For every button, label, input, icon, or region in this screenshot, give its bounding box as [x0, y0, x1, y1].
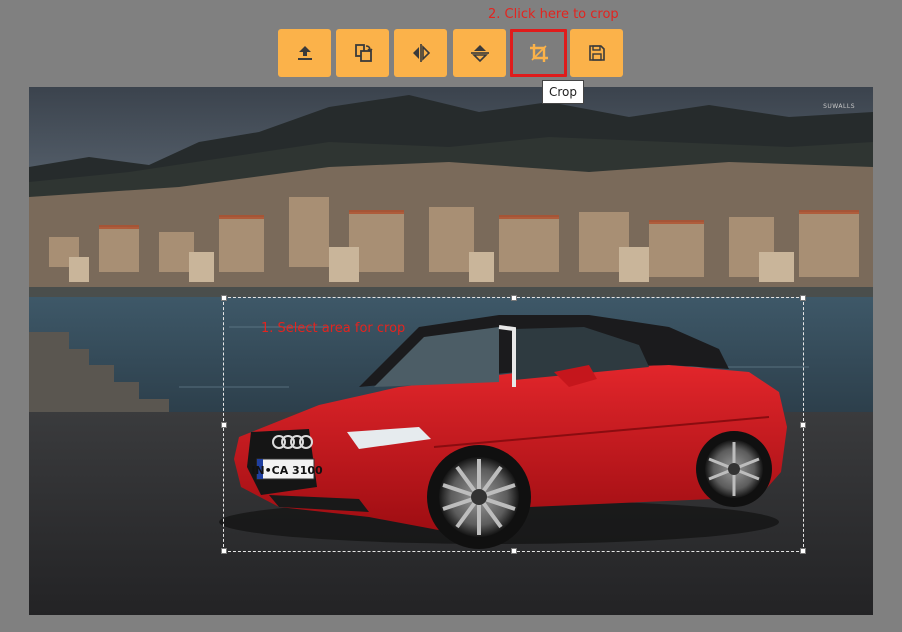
save-button[interactable]	[570, 29, 623, 77]
crop-instruction-annotation: 2. Click here to crop	[488, 7, 619, 22]
flip-horizontal-button[interactable]	[394, 29, 447, 77]
crop-handle-n[interactable]	[511, 295, 517, 301]
rotate-icon	[354, 44, 373, 62]
flip-horizontal-icon	[412, 44, 430, 62]
crop-handle-sw[interactable]	[221, 548, 227, 554]
crop-handle-ne[interactable]	[800, 295, 806, 301]
crop-button[interactable]	[510, 29, 567, 77]
crop-handle-se[interactable]	[800, 548, 806, 554]
crop-handle-nw[interactable]	[221, 295, 227, 301]
save-icon	[588, 45, 605, 61]
upload-icon	[297, 46, 312, 60]
watermark: SUWALLS	[823, 103, 855, 110]
crop-icon	[529, 44, 548, 62]
select-area-annotation: 1. Select area for crop	[261, 321, 406, 336]
crop-handle-e[interactable]	[800, 422, 806, 428]
flip-vertical-button[interactable]	[453, 29, 506, 77]
crop-tooltip: Crop	[542, 80, 585, 104]
image-editor: 2. Click here to crop Crop IN•CA 3100 SU…	[0, 0, 902, 632]
flip-vertical-icon	[470, 45, 489, 63]
crop-handle-w[interactable]	[221, 422, 227, 428]
upload-button[interactable]	[278, 29, 331, 77]
rotate-button[interactable]	[336, 29, 389, 77]
crop-handle-s[interactable]	[511, 548, 517, 554]
